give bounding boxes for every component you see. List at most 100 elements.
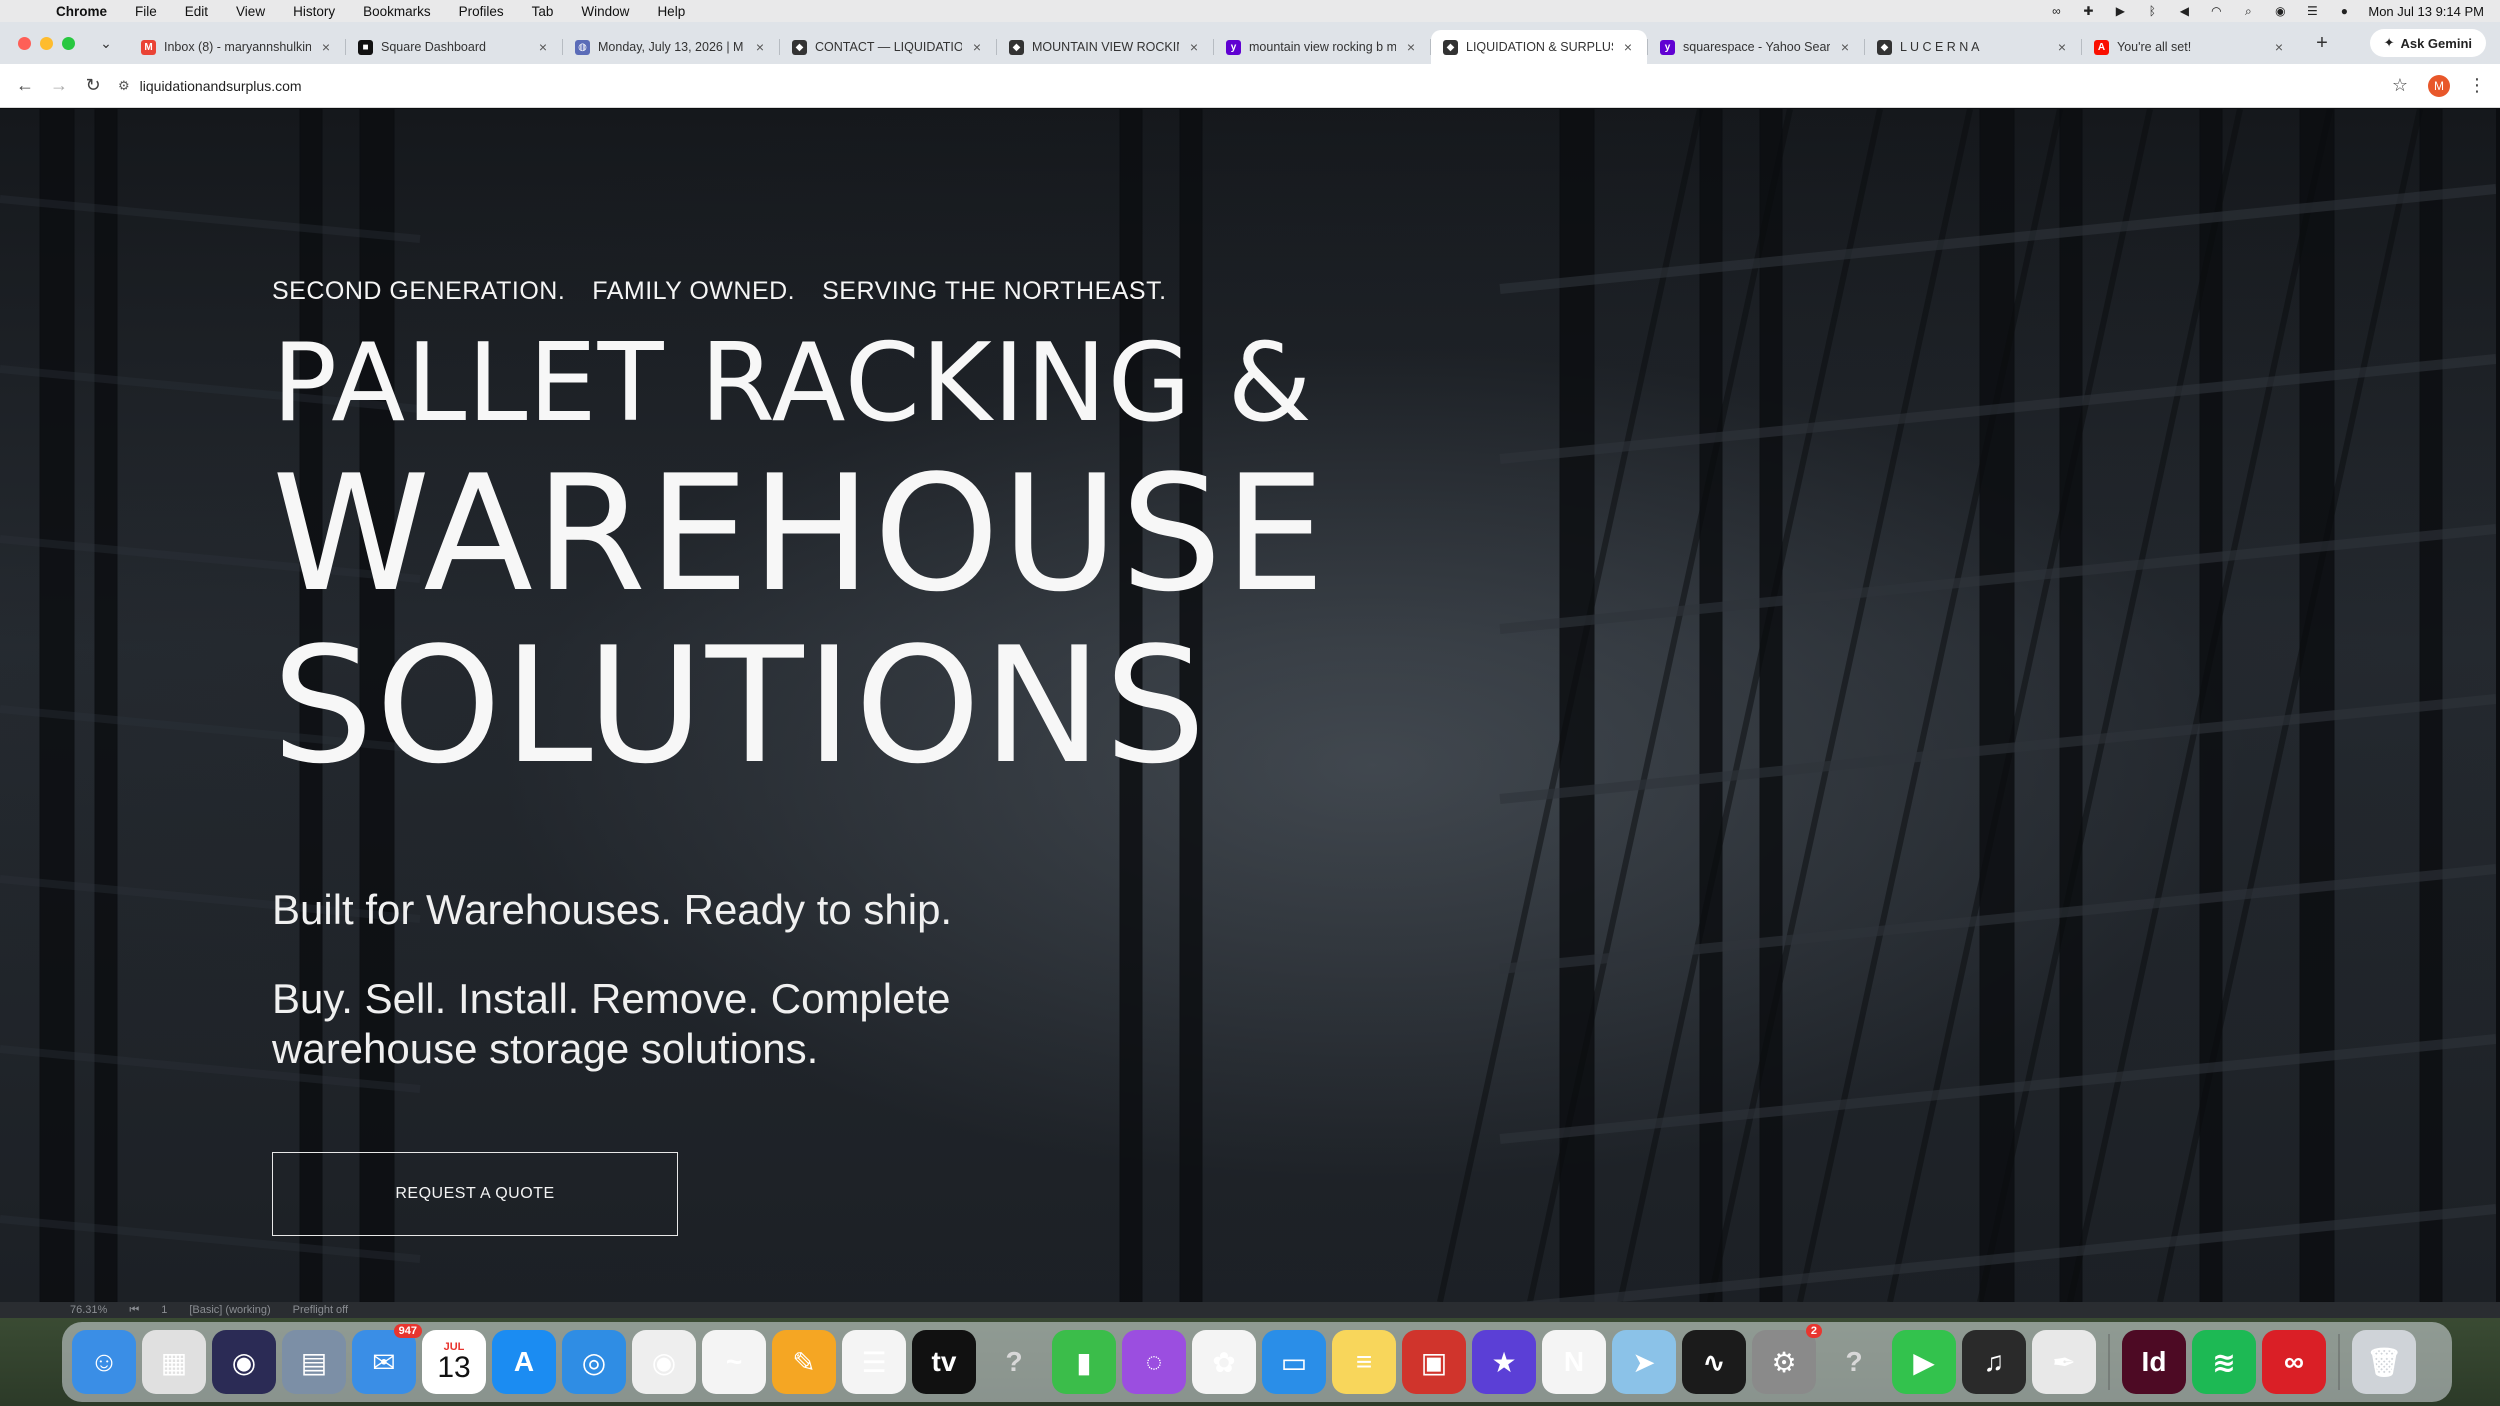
workspace-label[interactable]: [Basic] (working) [189, 1304, 270, 1316]
browser-tab[interactable]: ◆ MOUNTAIN VIEW ROCKING × [997, 30, 1213, 64]
chrome-icon[interactable]: ◉ [632, 1330, 696, 1394]
menu-file[interactable]: File [121, 4, 171, 19]
numbers-icon[interactable]: ▮ [1052, 1330, 1116, 1394]
menu-tab[interactable]: Tab [518, 4, 568, 19]
browser-tab[interactable]: ■ Square Dashboard × [346, 30, 562, 64]
keynote-icon[interactable]: ▭ [1262, 1330, 1326, 1394]
dock-glyph: ✎ [792, 1346, 816, 1378]
menu-profiles[interactable]: Profiles [445, 4, 518, 19]
url-text[interactable]: liquidationandsurplus.com [140, 78, 302, 94]
bookmark-star-icon[interactable]: ☆ [2392, 75, 2408, 96]
menu-help[interactable]: Help [643, 4, 699, 19]
apple-tv-icon[interactable]: tv [912, 1330, 976, 1394]
reminders-icon[interactable]: ☰ [842, 1330, 906, 1394]
reload-icon[interactable]: ↻ [76, 69, 110, 103]
close-tab-icon[interactable]: × [970, 39, 984, 55]
spotlight-search-icon[interactable]: ⌕ [2240, 4, 2256, 18]
finder-icon[interactable]: ☺ [72, 1330, 136, 1394]
zoom-window-button[interactable] [62, 36, 75, 50]
system-settings-icon[interactable]: ⚙ 2 [1752, 1324, 1822, 1394]
close-tab-icon[interactable]: × [1838, 39, 1852, 55]
close-tab-icon[interactable]: × [1404, 39, 1418, 55]
forward-arrow-icon[interactable]: → [42, 69, 76, 103]
close-tab-icon[interactable]: × [753, 39, 767, 55]
volume-icon[interactable]: ◀ [2176, 4, 2192, 18]
browser-tab[interactable]: A You're all set! × [2082, 30, 2298, 64]
rack-upright [94, 109, 118, 1302]
photo-booth-icon[interactable]: ▣ [1402, 1330, 1466, 1394]
garageband-icon[interactable]: ♫ [1962, 1330, 2026, 1394]
back-arrow-icon[interactable]: ← [8, 69, 42, 103]
maps-icon[interactable]: ➤ [1612, 1330, 1676, 1394]
unknown-app-icon[interactable]: ? [1822, 1330, 1886, 1394]
menu-bookmarks[interactable]: Bookmarks [349, 4, 445, 19]
trash-icon[interactable]: 🗑 [2352, 1330, 2416, 1394]
imovie-icon[interactable]: ★ [1472, 1330, 1536, 1394]
site-info-icon[interactable]: ⚙ [118, 78, 130, 94]
app-store-icon[interactable]: A [492, 1330, 556, 1394]
address-bar[interactable]: ⚙ liquidationandsurplus.com [118, 68, 2392, 103]
page-number[interactable]: 1 [161, 1304, 167, 1316]
podcasts-icon[interactable]: ◌ [1122, 1330, 1186, 1394]
pages-icon[interactable]: ✎ [772, 1330, 836, 1394]
extension-status-icon[interactable]: ✚ [2080, 4, 2096, 18]
user-status-icon[interactable]: ◉ [2272, 4, 2288, 18]
page-nav-first-icon[interactable]: ⏮ [129, 1304, 139, 1317]
profile-avatar[interactable]: M [2428, 74, 2450, 97]
request-quote-button[interactable]: REQUEST A QUOTE [272, 1152, 678, 1236]
close-tab-icon[interactable]: × [319, 39, 333, 55]
menu-view[interactable]: View [222, 4, 279, 19]
hero-heading-line-1: PALLET RACKING & [272, 321, 1313, 446]
dock-glyph: 🗑 [2366, 1346, 2402, 1378]
siri-status-icon[interactable]: ● [2336, 4, 2352, 18]
new-tab-button[interactable]: + [2310, 32, 2334, 55]
browser-tab[interactable]: M Inbox (8) - maryannshulkin × [129, 30, 345, 64]
menu-app-chrome[interactable]: Chrome [42, 4, 121, 19]
tab-search-chevron-icon[interactable]: ⌄ [93, 30, 119, 56]
menu-history[interactable]: History [279, 4, 349, 19]
spotify-icon[interactable]: ≋ [2192, 1330, 2256, 1394]
calendar-icon[interactable]: JUL 13 [422, 1330, 486, 1394]
control-center-icon[interactable]: ☰ [2304, 4, 2320, 18]
ask-gemini-button[interactable]: ✦ Ask Gemini [2369, 29, 2486, 57]
close-tab-icon[interactable]: × [2272, 39, 2286, 55]
photos-icon[interactable]: ✿ [1192, 1330, 1256, 1394]
close-tab-icon[interactable]: × [536, 39, 550, 55]
creative-cloud-status-icon[interactable]: ∞ [2048, 4, 2064, 18]
close-window-button[interactable] [18, 36, 31, 50]
close-tab-icon[interactable]: × [1621, 39, 1635, 55]
launchpad-icon[interactable]: ▦ [142, 1330, 206, 1394]
unknown-app-icon[interactable]: ? [982, 1330, 1046, 1394]
dock-glyph: ≋ [2212, 1346, 2236, 1378]
browser-tab[interactable]: y squarespace - Yahoo Sear × [1648, 30, 1864, 64]
facetime-icon[interactable]: ▶ [1892, 1330, 1956, 1394]
freeform-icon[interactable]: ~ [702, 1330, 766, 1394]
browser-tab[interactable]: ◆ L U C E R N A × [1865, 30, 2081, 64]
close-tab-icon[interactable]: × [1187, 39, 1201, 55]
wifi-icon[interactable]: ◠ [2208, 4, 2224, 18]
minimize-window-button[interactable] [40, 36, 53, 50]
mail-icon[interactable]: ✉ 947 [352, 1324, 422, 1394]
browser-tab[interactable]: y mountain view rocking b m × [1214, 30, 1430, 64]
menu-window[interactable]: Window [567, 4, 643, 19]
preview-icon[interactable]: ▤ [282, 1330, 346, 1394]
browser-tab[interactable]: ◆ CONTACT — LIQUIDATION × [780, 30, 996, 64]
activity-monitor-icon[interactable]: ∿ [1682, 1330, 1746, 1394]
siri-icon[interactable]: ◉ [212, 1330, 276, 1394]
bluetooth-icon[interactable]: ᛒ [2144, 4, 2160, 18]
zoom-level[interactable]: 76.31% [70, 1304, 107, 1316]
menu-edit[interactable]: Edit [171, 4, 222, 19]
script-editor-icon[interactable]: ✒ [2032, 1330, 2096, 1394]
browser-tab[interactable]: ◍ Monday, July 13, 2026 | M × [563, 30, 779, 64]
chrome-menu-icon[interactable]: ⋮ [2468, 75, 2486, 96]
indesign-icon[interactable]: Id [2122, 1330, 2186, 1394]
creative-cloud-icon[interactable]: ∞ [2262, 1330, 2326, 1394]
menu-bar-clock[interactable]: Mon Jul 13 9:14 PM [2368, 4, 2484, 19]
preflight-status[interactable]: Preflight off [293, 1304, 348, 1316]
notes-icon[interactable]: ≡ [1332, 1330, 1396, 1394]
safari-icon[interactable]: ◎ [562, 1330, 626, 1394]
close-tab-icon[interactable]: × [2055, 39, 2069, 55]
play-status-icon[interactable]: ▶ [2112, 4, 2128, 18]
news-icon[interactable]: N [1542, 1330, 1606, 1394]
browser-tab[interactable]: ◆ LIQUIDATION & SURPLUS × [1431, 30, 1647, 64]
